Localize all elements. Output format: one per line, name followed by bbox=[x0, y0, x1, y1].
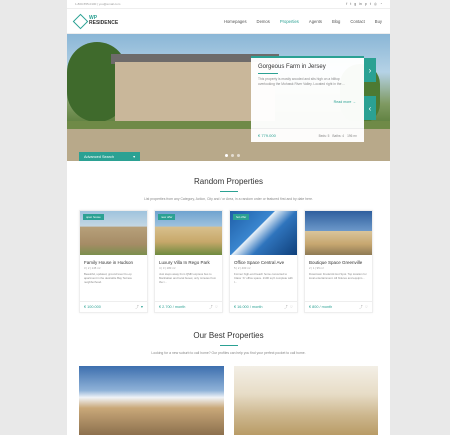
property-card[interactable]: new offer Luxury Villa In Rego Park 4 | … bbox=[154, 210, 223, 313]
contact-info: 1-800-555-0100 | you@email.com bbox=[75, 2, 121, 6]
hero-slider: Gorgeous Farm in Jersey This property is… bbox=[67, 34, 390, 161]
property-price: € 16.000 / month bbox=[234, 305, 263, 309]
property-price: € 100.000 bbox=[84, 305, 101, 309]
nav-contact[interactable]: Contact bbox=[350, 19, 364, 24]
page: 1-800-555-0100 | you@email.com f t g in … bbox=[67, 0, 390, 435]
property-image[interactable] bbox=[305, 211, 372, 255]
property-image[interactable]: new offer bbox=[155, 211, 222, 255]
property-description: Beautiful, updated, ground level Co-op a… bbox=[84, 272, 132, 284]
chevron-down-icon: ▾ bbox=[133, 155, 135, 159]
featured-description: This property is mostly wooded and sits … bbox=[258, 77, 346, 86]
property-title[interactable]: Luxury Villa In Rego Park bbox=[155, 255, 222, 265]
featured-title[interactable]: Gorgeous Farm in Jersey bbox=[251, 58, 364, 70]
property-description: Downtown Frederick Hot Spot. Top locatio… bbox=[309, 272, 367, 280]
nav-demos[interactable]: Demos bbox=[257, 19, 270, 24]
property-price: € 800 / month bbox=[309, 305, 333, 309]
heart-icon[interactable]: ♡ bbox=[215, 305, 218, 310]
logo-text: WP RESIDENCE bbox=[89, 15, 119, 26]
advanced-search-toggle[interactable]: Advanced Search ▾ bbox=[79, 152, 140, 161]
featured-divider bbox=[258, 73, 278, 74]
nav-agents[interactable]: Agents bbox=[309, 19, 322, 24]
property-price: € 2.700 / month bbox=[159, 305, 186, 309]
best-properties-title: Our Best Properties bbox=[193, 331, 264, 340]
property-image[interactable]: open house bbox=[80, 211, 147, 255]
linkedin-icon[interactable]: in bbox=[359, 2, 362, 6]
main-nav: Homepages Demos Properties Agents Blog C… bbox=[224, 19, 382, 24]
share-icon[interactable]: ⤴ bbox=[209, 305, 213, 310]
featured-property-card[interactable]: Gorgeous Farm in Jersey This property is… bbox=[251, 56, 364, 142]
logo-icon bbox=[72, 13, 89, 29]
property-footer: € 800 / month ⤴ ♡ bbox=[305, 301, 372, 312]
slider-prev-arrow[interactable]: ‹ bbox=[364, 96, 376, 120]
random-properties-subtitle: List properties from any Category, Actio… bbox=[144, 197, 313, 201]
property-title[interactable]: Family House in Hudson bbox=[80, 255, 147, 265]
slider-dot[interactable] bbox=[225, 154, 228, 157]
property-title[interactable]: Office Space Central Ave bbox=[230, 255, 297, 265]
property-card[interactable]: Boutique Space Greenville 2 | 1 | 95 m² … bbox=[304, 210, 373, 313]
share-icon[interactable]: ⤴ bbox=[135, 305, 139, 310]
read-more-link[interactable]: Read more → bbox=[334, 100, 356, 104]
slider-dot[interactable] bbox=[237, 154, 240, 157]
logo[interactable]: WP RESIDENCE bbox=[72, 13, 119, 29]
top-bar: 1-800-555-0100 | you@email.com f t g in … bbox=[67, 0, 390, 9]
best-property-image[interactable] bbox=[233, 366, 378, 435]
best-property-image[interactable] bbox=[79, 366, 224, 435]
rss-icon[interactable]: ◔ bbox=[380, 2, 382, 6]
property-card[interactable]: open house Family House in Hudson 3 | 2 … bbox=[79, 210, 148, 313]
slider-dot[interactable] bbox=[231, 154, 234, 157]
property-footer: € 2.700 / month ⤴ ♡ bbox=[155, 301, 222, 312]
slider-dots bbox=[225, 154, 240, 157]
tumblr-icon[interactable]: t bbox=[370, 2, 371, 6]
featured-price-bar: € 779.000 Beds: 5 Baths: 4 196 m² bbox=[251, 128, 364, 142]
section-divider bbox=[219, 345, 238, 346]
featured-facts: Beds: 5 Baths: 4 196 m² bbox=[318, 133, 357, 138]
property-image[interactable]: hot offer bbox=[230, 211, 297, 255]
nav-blog[interactable]: Blog bbox=[332, 19, 340, 24]
property-listing: open house Family House in Hudson 3 | 2 … bbox=[67, 210, 390, 313]
property-footer: € 16.000 / month ⤴ ♡ bbox=[230, 301, 297, 312]
heart-icon[interactable]: ♥ bbox=[141, 305, 143, 310]
random-properties-title: Random Properties bbox=[194, 177, 263, 186]
best-properties-row bbox=[67, 366, 390, 435]
property-tag: new offer bbox=[158, 214, 176, 220]
google-plus-icon[interactable]: g bbox=[354, 2, 356, 6]
property-description: Former high-end beach home converted to … bbox=[234, 272, 293, 284]
slider-next-arrow[interactable]: › bbox=[364, 58, 376, 82]
property-card[interactable]: hot offer Office Space Central Ave 5 | 2… bbox=[229, 210, 298, 313]
property-tag: open house bbox=[83, 214, 104, 220]
instagram-icon[interactable]: ◎ bbox=[374, 2, 377, 6]
property-tag: hot offer bbox=[233, 214, 250, 220]
nav-properties[interactable]: Properties bbox=[280, 19, 299, 24]
heart-icon[interactable]: ♡ bbox=[365, 305, 368, 310]
facebook-icon[interactable]: f bbox=[346, 2, 347, 6]
share-icon[interactable]: ⤴ bbox=[359, 305, 363, 310]
best-properties-subtitle: Looking for a new suburb to call home? O… bbox=[151, 351, 306, 355]
section-divider bbox=[219, 191, 238, 192]
share-icon[interactable]: ⤴ bbox=[284, 305, 288, 310]
featured-price: € 779.000 bbox=[258, 133, 276, 138]
nav-homepages[interactable]: Homepages bbox=[224, 19, 247, 24]
twitter-icon[interactable]: t bbox=[350, 2, 351, 6]
property-title[interactable]: Boutique Space Greenville bbox=[305, 255, 372, 265]
pinterest-icon[interactable]: p bbox=[365, 2, 367, 6]
property-footer: € 100.000 ⤴ ♥ bbox=[80, 301, 147, 312]
social-links: f t g in p t ◎ ◔ bbox=[346, 2, 382, 6]
property-description: Just steps away from QMD express bus to … bbox=[159, 272, 217, 284]
site-header: WP RESIDENCE Homepages Demos Properties … bbox=[67, 9, 390, 34]
heart-icon[interactable]: ♡ bbox=[290, 305, 293, 310]
nav-buy[interactable]: Buy bbox=[375, 19, 382, 24]
